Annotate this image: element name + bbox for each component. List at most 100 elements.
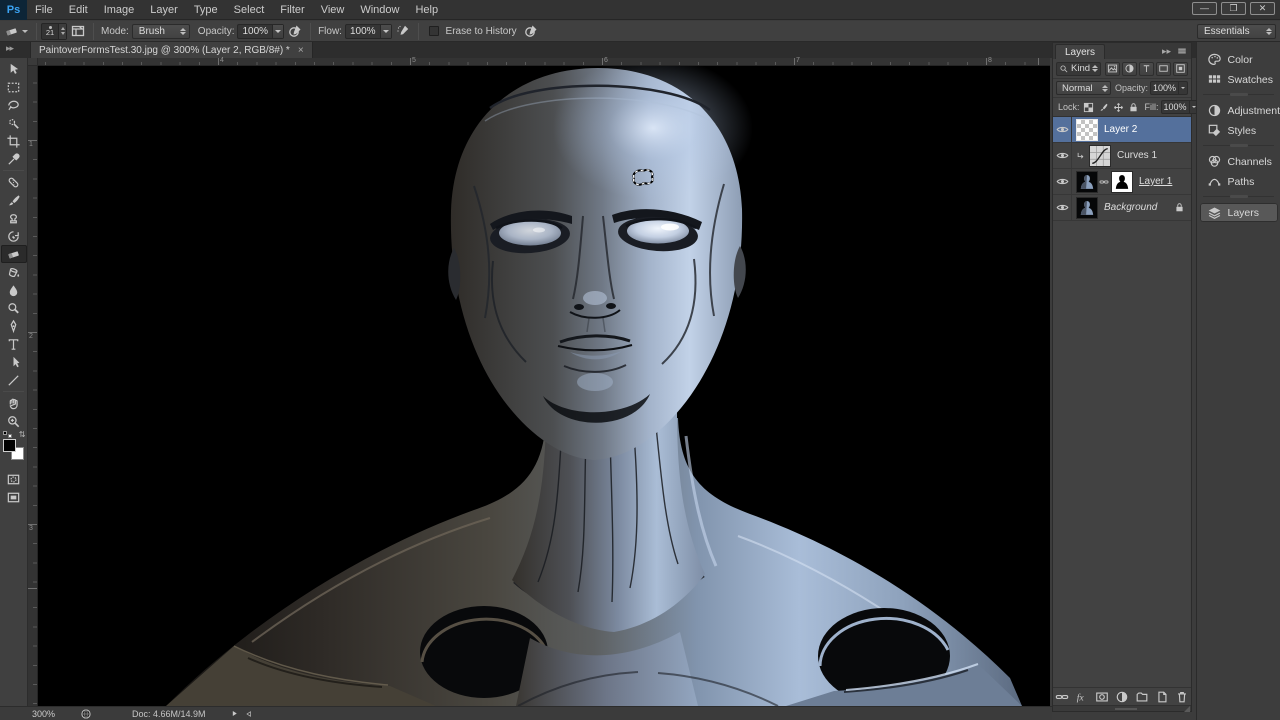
lock-brush-button[interactable]	[1097, 101, 1111, 114]
foreground-color-swatch[interactable]	[3, 439, 16, 452]
brush-size-spinner[interactable]	[58, 24, 66, 39]
tool-clone-stamp[interactable]	[1, 209, 27, 227]
layer-name[interactable]: Curves 1	[1117, 150, 1157, 161]
menu-help[interactable]: Help	[407, 0, 446, 20]
tool-eyedropper[interactable]	[1, 150, 27, 168]
lock-move-button[interactable]	[1112, 101, 1126, 114]
document-tab[interactable]: PaintoverFormsTest.30.jpg @ 300% (Layer …	[30, 42, 313, 58]
mode-dropdown[interactable]: Brush	[132, 24, 190, 39]
brush-size-picker[interactable]: 21	[41, 23, 67, 40]
filter-smart-button[interactable]	[1173, 62, 1188, 76]
layer-thumbnail[interactable]	[1089, 145, 1111, 167]
visibility-toggle[interactable]	[1053, 117, 1072, 142]
layer-row-background[interactable]: Background	[1053, 195, 1191, 221]
tool-type[interactable]	[1, 335, 27, 353]
close-tab-icon[interactable]: ×	[298, 45, 304, 56]
tablet-pressure-size-button[interactable]	[520, 23, 542, 39]
dock-panel-channels[interactable]: Channels	[1200, 152, 1278, 171]
tool-marquee[interactable]	[1, 78, 27, 96]
tool-move[interactable]	[1, 60, 27, 78]
minimize-button[interactable]: —	[1192, 2, 1217, 15]
menu-window[interactable]: Window	[352, 0, 407, 20]
status-scroll-right-icon[interactable]	[230, 709, 239, 718]
layer-name[interactable]: Background	[1104, 202, 1157, 213]
layer-row-layer-1[interactable]: Layer 1	[1053, 169, 1191, 195]
menu-select[interactable]: Select	[226, 0, 273, 20]
vertical-ruler[interactable]: 123	[28, 66, 38, 706]
tool-path-selection[interactable]	[1, 353, 27, 371]
tool-quick-selection[interactable]	[1, 114, 27, 132]
resize-grip-icon[interactable]	[1184, 706, 1190, 712]
swap-colors-icon[interactable]: ⇅	[19, 430, 26, 439]
brush-panel-toggle[interactable]	[67, 23, 89, 39]
tool-eraser[interactable]	[1, 245, 27, 263]
filter-kind-dropdown[interactable]: Kind	[1056, 62, 1101, 76]
layer-name[interactable]: Layer 1	[1139, 176, 1172, 187]
menu-edit[interactable]: Edit	[61, 0, 96, 20]
menu-file[interactable]: File	[27, 0, 61, 20]
filter-type-button[interactable]	[1139, 62, 1154, 76]
layer-opacity-combo[interactable]: 100%	[1150, 81, 1188, 95]
panel-collapse-icon[interactable]: ▸▸	[1162, 46, 1171, 57]
status-scroll-left-icon[interactable]	[245, 710, 253, 718]
filter-pixel-button[interactable]	[1105, 62, 1120, 76]
layer-thumbnail[interactable]	[1076, 171, 1098, 193]
visibility-toggle[interactable]	[1053, 195, 1072, 220]
tab-layers[interactable]: Layers	[1055, 44, 1105, 59]
layer-thumbnail[interactable]	[1076, 197, 1098, 219]
dock-panel-color[interactable]: Color	[1200, 50, 1278, 69]
lock-transparent-button[interactable]	[1082, 101, 1096, 114]
tool-line[interactable]	[1, 371, 27, 389]
tool-lasso[interactable]	[1, 96, 27, 114]
flow-combo[interactable]: 100%	[345, 24, 392, 39]
panel-menu-icon[interactable]	[1177, 46, 1187, 57]
delete-layer-button[interactable]	[1175, 690, 1189, 704]
ruler-corner[interactable]	[28, 58, 38, 66]
dock-panel-adjustments[interactable]: Adjustments	[1200, 101, 1278, 120]
opacity-combo[interactable]: 100%	[237, 24, 284, 39]
tool-crop[interactable]	[1, 132, 27, 150]
layer-name[interactable]: Layer 2	[1104, 124, 1137, 135]
airbrush-button[interactable]	[392, 23, 414, 39]
tool-hand[interactable]	[1, 394, 27, 412]
default-colors-icon[interactable]	[3, 431, 12, 438]
erase-to-history-checkbox[interactable]	[429, 26, 439, 36]
dock-panel-swatches[interactable]: Swatches	[1200, 70, 1278, 89]
fx-button[interactable]: fx	[1075, 690, 1089, 704]
layer-fill-combo[interactable]: 100%	[1161, 100, 1199, 114]
canvas[interactable]	[38, 66, 1050, 706]
visibility-toggle[interactable]	[1053, 143, 1072, 168]
blend-mode-dropdown[interactable]: Normal	[1056, 81, 1111, 95]
tools-collapse-icon[interactable]: ▸▸	[6, 43, 13, 54]
new-adjustment-button[interactable]	[1115, 690, 1129, 704]
lock-all-button[interactable]	[1127, 101, 1141, 114]
filter-shape-button[interactable]	[1156, 62, 1171, 76]
horizontal-ruler[interactable]: 45678	[38, 58, 1050, 66]
tablet-pressure-opacity-button[interactable]	[284, 23, 306, 39]
tool-pen[interactable]	[1, 317, 27, 335]
tool-zoom[interactable]	[1, 412, 27, 430]
chevron-down-icon[interactable]	[380, 25, 391, 38]
chevron-down-icon[interactable]	[1178, 82, 1187, 94]
layer-mask-thumbnail[interactable]	[1111, 171, 1133, 193]
dock-panel-styles[interactable]: Styles	[1200, 121, 1278, 140]
adobe-drive-icon[interactable]	[80, 708, 92, 720]
chevron-down-icon[interactable]	[272, 25, 283, 38]
menu-image[interactable]: Image	[96, 0, 143, 20]
layer-thumbnail[interactable]	[1076, 119, 1098, 141]
tool-preset-picker[interactable]	[0, 24, 32, 39]
menu-view[interactable]: View	[313, 0, 353, 20]
menu-filter[interactable]: Filter	[272, 0, 312, 20]
tool-history-brush[interactable]	[1, 227, 27, 245]
tool-blur[interactable]	[1, 281, 27, 299]
dock-panel-layers[interactable]: Layers	[1200, 203, 1278, 222]
screen-mode-button[interactable]	[1, 488, 27, 506]
workspace-switcher[interactable]: Essentials	[1197, 24, 1276, 39]
tool-dodge[interactable]	[1, 299, 27, 317]
visibility-toggle[interactable]	[1053, 169, 1072, 194]
filter-adjustment-button[interactable]	[1122, 62, 1137, 76]
layer-row-layer-2[interactable]: Layer 2	[1053, 117, 1191, 143]
tool-healing-brush[interactable]	[1, 173, 27, 191]
maximize-button[interactable]: ❐	[1221, 2, 1246, 15]
zoom-level-field[interactable]: 300%	[28, 709, 66, 719]
